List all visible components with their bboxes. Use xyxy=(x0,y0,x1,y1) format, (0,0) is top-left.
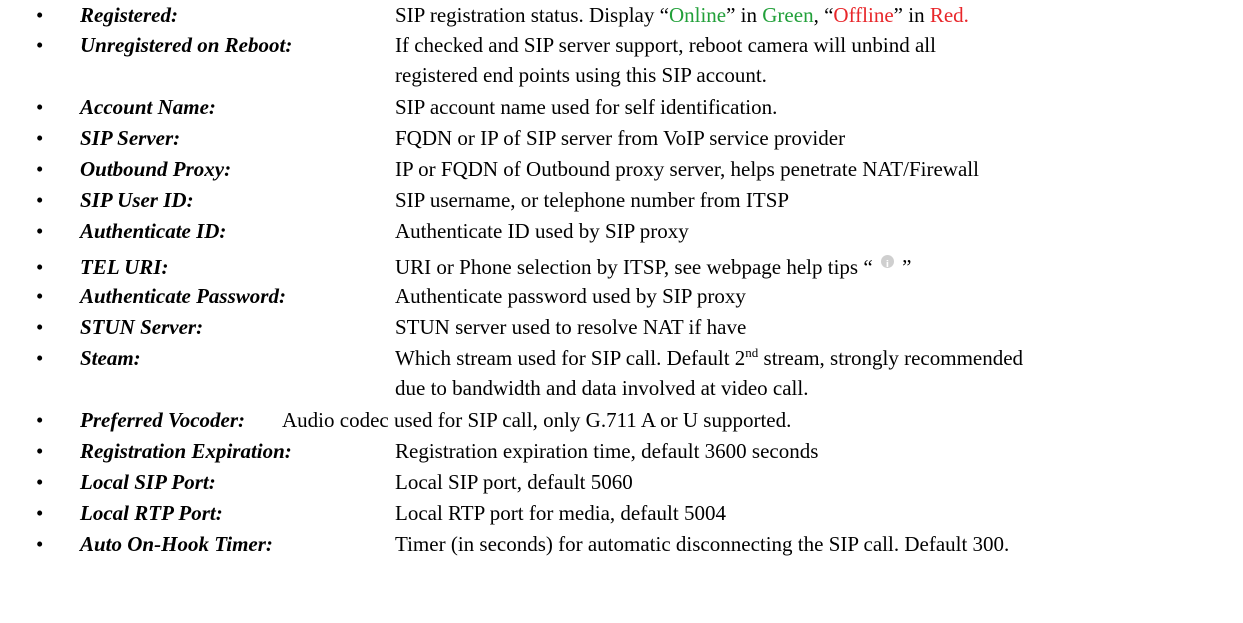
description: SIP registration status. Display “Online… xyxy=(395,3,1225,27)
desc-line: Local SIP port, default 5060 xyxy=(395,470,633,494)
bullet: • xyxy=(36,219,44,243)
ordinal-suffix: nd xyxy=(745,345,759,360)
term-label: SIP User ID: xyxy=(80,188,194,212)
term-label: STUN Server: xyxy=(80,315,204,339)
term-label: Unregistered on Reboot: xyxy=(80,33,293,57)
term-label: Authenticate Password: xyxy=(80,284,286,308)
description: STUN server used to resolve NAT if have xyxy=(395,315,1225,339)
desc-line: IP or FQDN of Outbound proxy server, hel… xyxy=(395,157,979,181)
bullet: • xyxy=(36,126,44,150)
term-label: Local SIP Port: xyxy=(80,470,216,494)
desc-line: FQDN or IP of SIP server from VoIP servi… xyxy=(395,126,846,150)
term-label: Auto On-Hook Timer: xyxy=(80,532,273,556)
desc-line: Authenticate ID used by SIP proxy xyxy=(395,219,689,243)
bullet: • xyxy=(36,95,44,119)
bullet: • xyxy=(36,255,44,279)
bullet: • xyxy=(36,532,44,556)
desc-line: Authenticate password used by SIP proxy xyxy=(395,284,746,308)
desc-text: URI or Phone selection by ITSP, see webp… xyxy=(395,255,878,279)
term-label: Local RTP Port: xyxy=(80,501,223,525)
desc-line: If checked and SIP server support, reboo… xyxy=(395,33,936,57)
term-label: SIP Server: xyxy=(80,126,181,150)
bullet: • xyxy=(36,470,44,494)
term-label: Preferred Vocoder: xyxy=(80,408,246,432)
description: SIP username, or telephone number from I… xyxy=(395,188,1225,212)
description: FQDN or IP of SIP server from VoIP servi… xyxy=(395,126,1225,150)
bullet: • xyxy=(36,501,44,525)
description: Authenticate password used by SIP proxy xyxy=(395,284,1225,308)
green-text: Green xyxy=(762,3,814,27)
description: Registration expiration time, default 36… xyxy=(395,439,1225,463)
desc-text: ” in xyxy=(726,3,763,27)
bullet: • xyxy=(36,346,44,370)
description: Authenticate ID used by SIP proxy xyxy=(395,219,1225,243)
desc-text: Which stream used for SIP call. Default … xyxy=(395,346,746,370)
desc-line: SIP account name used for self identific… xyxy=(395,95,778,119)
bullet: • xyxy=(36,439,44,463)
term-label: TEL URI: xyxy=(80,255,169,279)
bullet: • xyxy=(36,408,44,432)
desc-text: , “ xyxy=(813,3,834,27)
description: Timer (in seconds) for automatic disconn… xyxy=(395,532,1225,556)
desc-line: Timer (in seconds) for automatic disconn… xyxy=(395,532,1010,556)
desc-line: Registration expiration time, default 36… xyxy=(395,439,819,463)
desc-line: Local RTP port for media, default 5004 xyxy=(395,501,726,525)
bullet: • xyxy=(36,157,44,181)
desc-line: registered end points using this SIP acc… xyxy=(395,63,767,87)
term-label: Registration Expiration: xyxy=(80,439,292,463)
term-label: Authenticate ID: xyxy=(80,219,227,243)
desc-text: ” xyxy=(896,255,912,279)
term-label: Outbound Proxy: xyxy=(80,157,232,181)
desc-text: ” in xyxy=(893,3,930,27)
desc-line: STUN server used to resolve NAT if have xyxy=(395,315,747,339)
description: Which stream used for SIP call. Default … xyxy=(395,346,1225,400)
description: Local RTP port for media, default 5004 xyxy=(395,501,1225,525)
desc-line: Audio codec used for SIP call, only G.71… xyxy=(282,408,792,432)
description: SIP account name used for self identific… xyxy=(395,95,1225,119)
desc-line: due to bandwidth and data involved at vi… xyxy=(395,376,809,400)
description: If checked and SIP server support, reboo… xyxy=(395,33,1225,87)
description: Local SIP port, default 5060 xyxy=(395,470,1225,494)
online-text: Online xyxy=(668,3,727,27)
bullet: • xyxy=(36,315,44,339)
bullet: • xyxy=(36,3,44,27)
offline-text: Offline xyxy=(833,3,894,27)
bullet: • xyxy=(36,188,44,212)
description: URI or Phone selection by ITSP, see webp… xyxy=(395,253,1225,279)
term-label: Steam: xyxy=(80,346,141,370)
info-icon xyxy=(880,253,894,277)
bullet: • xyxy=(36,33,44,57)
spec-document: • Registered: SIP registration status. D… xyxy=(0,0,1243,623)
description: Audio codec used for SIP call, only G.71… xyxy=(282,408,1112,432)
desc-line: SIP username, or telephone number from I… xyxy=(395,188,790,212)
desc-text: SIP registration status. Display “ xyxy=(395,3,669,27)
term-label: Account Name: xyxy=(80,95,216,119)
desc-text: stream, strongly recommended xyxy=(758,346,1024,370)
description: IP or FQDN of Outbound proxy server, hel… xyxy=(395,157,1225,181)
red-text: Red. xyxy=(929,3,969,27)
term-label: Registered: xyxy=(80,3,178,27)
bullet: • xyxy=(36,284,44,308)
